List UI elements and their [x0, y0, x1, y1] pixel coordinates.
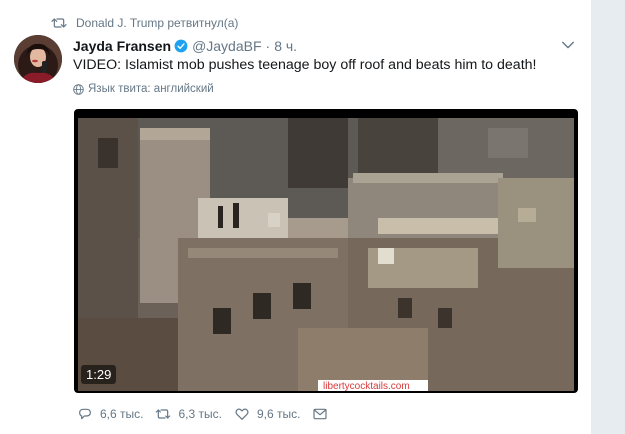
- tweet-text: VIDEO: Islamist mob pushes teenage boy o…: [73, 57, 537, 73]
- avatar-image: [14, 35, 62, 83]
- author-username[interactable]: @JaydaBF: [192, 38, 261, 54]
- author-fullname[interactable]: Jayda Fransen: [73, 38, 171, 54]
- direct-message-action[interactable]: [312, 406, 328, 422]
- header-separator: ·: [265, 38, 271, 54]
- verified-badge-icon: [174, 39, 188, 53]
- tweet-header: Jayda Fransen @JaydaBF · 8 ч.: [73, 36, 297, 56]
- globe-icon: [73, 83, 84, 95]
- avatar[interactable]: [14, 35, 62, 83]
- like-count: 9,6 тыс.: [256, 407, 301, 421]
- tweet-card[interactable]: Donald J. Trump ретвитнул(а) Jayda Frans…: [0, 0, 591, 434]
- retweet-count: 6,3 тыс.: [178, 407, 222, 421]
- envelope-icon: [313, 408, 328, 420]
- video-thumbnail: libertycocktails.com: [78, 118, 574, 391]
- retweet-action[interactable]: 6,3 тыс.: [155, 406, 222, 422]
- reply-count: 6,6 тыс.: [100, 407, 144, 421]
- retweet-icon: [51, 18, 67, 28]
- retweet-context-text[interactable]: Donald J. Trump ретвитнул(а): [76, 16, 238, 30]
- tweet-timestamp[interactable]: 8 ч.: [274, 38, 297, 54]
- tweet-actions: 6,6 тыс. 6,3 тыс. 9,6 тыс.: [77, 406, 340, 422]
- chevron-down-icon[interactable]: [561, 38, 575, 52]
- like-action[interactable]: 9,6 тыс.: [234, 406, 300, 422]
- video-duration: 1:29: [81, 365, 117, 384]
- retweet-context[interactable]: Donald J. Trump ретвитнул(а): [51, 15, 238, 31]
- tweet-language-info[interactable]: Язык твита: английский: [73, 83, 214, 95]
- video-watermark: libertycocktails.com: [323, 381, 410, 391]
- page-background-rail: [591, 0, 625, 434]
- reply-icon: [79, 408, 91, 420]
- translate-label[interactable]: Язык твита: английский: [88, 83, 214, 95]
- heart-icon: [235, 408, 249, 420]
- reply-action[interactable]: 6,6 тыс.: [77, 406, 143, 422]
- retweet-icon: [156, 409, 171, 419]
- video-player[interactable]: libertycocktails.com 1:29: [74, 109, 578, 393]
